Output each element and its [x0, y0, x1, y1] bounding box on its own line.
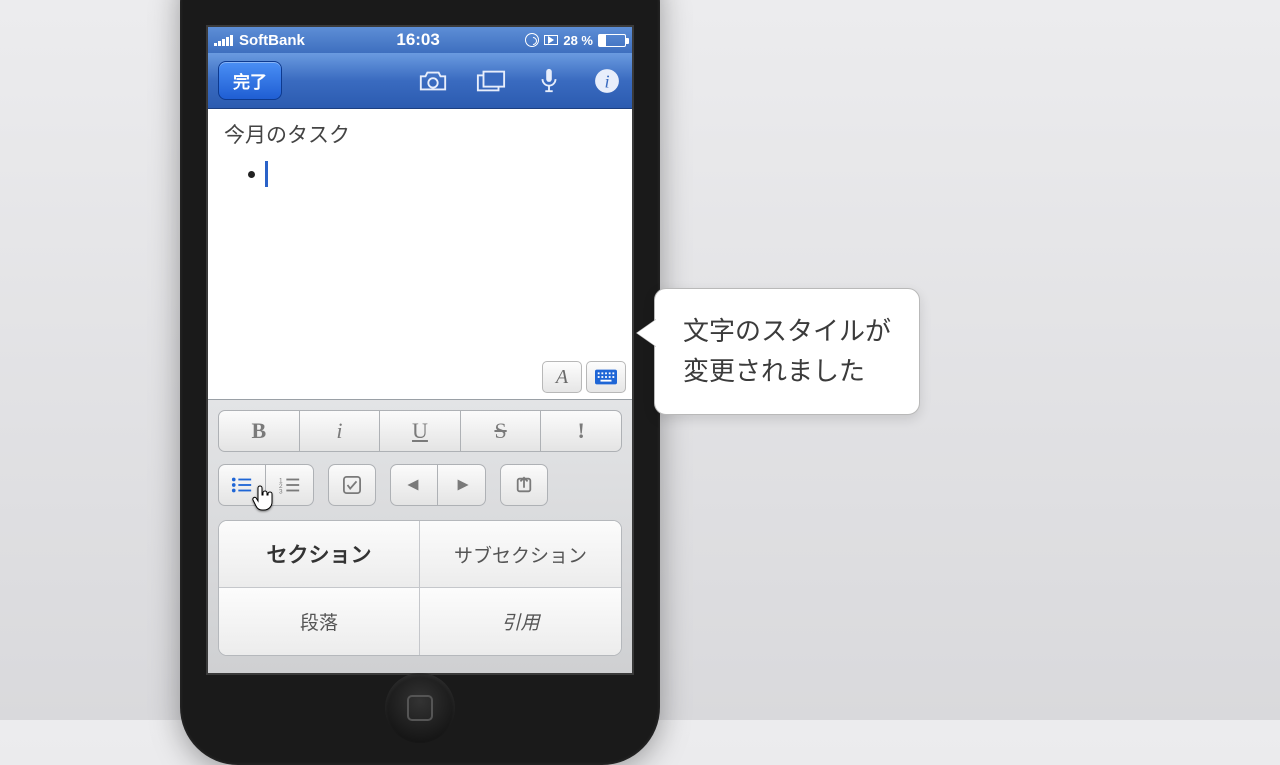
phone-screen: SoftBank 16:03 28 % 完了 [206, 25, 634, 675]
svg-text:i: i [604, 71, 609, 91]
carrier-label: SoftBank [239, 32, 305, 49]
photos-icon[interactable] [476, 68, 506, 94]
bullet-line[interactable] [208, 153, 632, 187]
paragraph-button[interactable]: 段落 [219, 588, 420, 655]
outdent-button[interactable] [390, 464, 438, 506]
camera-icon[interactable] [418, 68, 448, 94]
bold-button[interactable]: B [218, 410, 300, 452]
info-icon[interactable]: i [592, 68, 622, 94]
pointer-cursor-icon [251, 484, 275, 517]
underline-button[interactable]: U [380, 410, 461, 452]
format-panel: B i U S ! 123 [208, 399, 632, 673]
text-style-row: B i U S ! [218, 410, 622, 452]
section-button[interactable]: セクション [219, 521, 420, 588]
indent-button[interactable] [438, 464, 486, 506]
note-title[interactable]: 今月のタスク [208, 109, 632, 153]
tooltip-callout: 文字のスタイルが 変更されました [654, 288, 920, 415]
clock-label: 16:03 [317, 30, 520, 50]
text-caret [265, 161, 268, 187]
callout-line1: 文字のスタイルが [683, 311, 891, 351]
nav-bar: 完了 i [208, 53, 632, 109]
format-keyboard-toggle: A [542, 361, 626, 393]
battery-pct-label: 28 % [563, 33, 593, 48]
share-button[interactable] [500, 464, 548, 506]
bullet-dot-icon [248, 171, 255, 178]
section-grid: セクション サブセクション 段落 引用 [218, 520, 622, 656]
text-style-tab[interactable]: A [542, 361, 582, 393]
battery-icon [598, 34, 626, 47]
checkbox-button[interactable] [328, 464, 376, 506]
editor-area[interactable]: 今月のタスク A B i U S ! [208, 109, 632, 673]
callout-line2: 変更されました [683, 351, 891, 391]
microphone-icon[interactable] [534, 68, 564, 94]
keyboard-tab[interactable] [586, 361, 626, 393]
quote-button[interactable]: 引用 [420, 588, 621, 655]
signal-bars-icon [214, 34, 233, 46]
list-controls-row: 123 [218, 464, 622, 506]
italic-button[interactable]: i [300, 410, 381, 452]
svg-text:3: 3 [279, 488, 283, 494]
highlight-button[interactable]: ! [541, 410, 622, 452]
play-indicator-icon [544, 35, 558, 45]
strike-button[interactable]: S [461, 410, 542, 452]
status-bar: SoftBank 16:03 28 % [208, 27, 632, 53]
subsection-button[interactable]: サブセクション [420, 521, 621, 588]
rotation-lock-icon [525, 33, 539, 47]
done-button[interactable]: 完了 [218, 61, 282, 100]
phone-frame: SoftBank 16:03 28 % 完了 [180, 0, 660, 765]
home-button[interactable] [385, 673, 455, 743]
